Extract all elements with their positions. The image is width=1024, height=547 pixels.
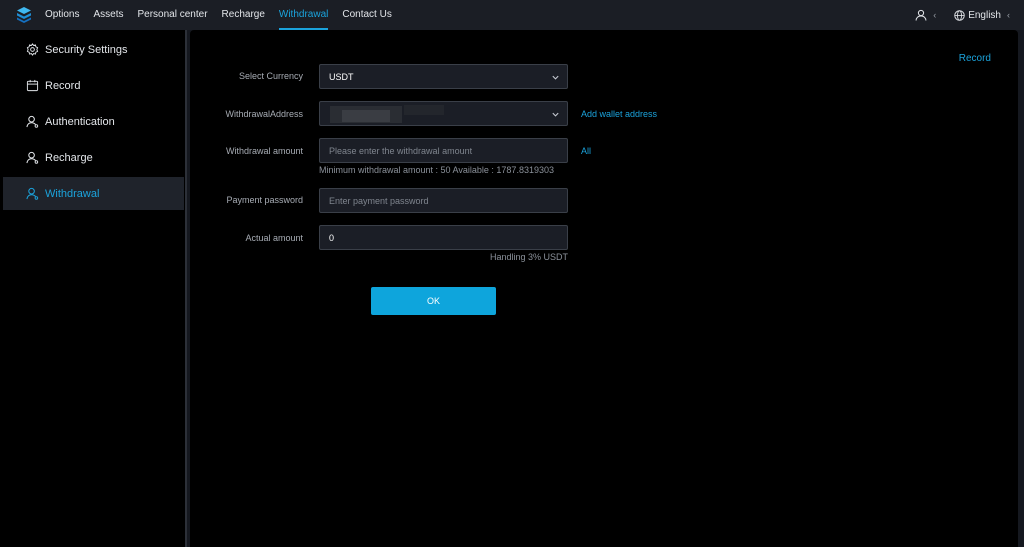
chevron-down-icon	[552, 75, 559, 80]
all-amount-link[interactable]: All	[581, 146, 591, 156]
user-icon[interactable]	[915, 9, 927, 21]
language-selector[interactable]: English	[968, 10, 1001, 21]
chevron-down-icon	[552, 112, 559, 117]
sidebar-item-label: Withdrawal	[45, 187, 100, 200]
sidebar-item-security-settings[interactable]: Security Settings	[3, 33, 184, 66]
add-wallet-address-link[interactable]: Add wallet address	[581, 109, 657, 119]
nav-assets[interactable]: Assets	[93, 0, 123, 30]
address-label: WithdrawalAddress	[225, 109, 303, 119]
withdrawal-amount-input[interactable]	[319, 138, 568, 163]
sidebar-item-label: Record	[45, 79, 81, 92]
payment-password-input[interactable]	[319, 188, 568, 213]
nav-recharge[interactable]: Recharge	[222, 0, 265, 30]
amount-label: Withdrawal amount	[225, 146, 303, 156]
sidebar-item-label: Authentication	[45, 115, 115, 128]
redacted-address	[342, 110, 390, 122]
actual-amount-value: 0	[329, 232, 335, 243]
actual-amount-label: Actual amount	[245, 233, 303, 243]
amount-hint: Minimum withdrawal amount : 50 Available…	[319, 165, 554, 175]
chevron-left-icon[interactable]: ‹	[933, 10, 936, 20]
address-select[interactable]	[319, 101, 568, 126]
calendar-icon	[26, 79, 39, 92]
record-link[interactable]: Record	[959, 53, 991, 64]
nav-withdrawal[interactable]: Withdrawal	[278, 0, 329, 30]
sidebar-item-record[interactable]: Record	[3, 69, 184, 102]
sidebar-item-withdrawal[interactable]: Withdrawal	[3, 177, 184, 210]
nav-options[interactable]: Options	[45, 0, 79, 30]
password-label: Payment password	[226, 195, 303, 205]
top-right-controls: ‹ English ‹	[915, 0, 1010, 30]
sidebar-item-recharge[interactable]: Recharge	[3, 141, 184, 174]
currency-label: Select Currency	[238, 71, 303, 81]
sidebar-item-authentication[interactable]: Authentication	[3, 105, 184, 138]
sidebar: Security Settings Record Authentication …	[0, 30, 187, 547]
user-icon	[26, 151, 39, 164]
nav-personal-center[interactable]: Personal center	[137, 0, 207, 30]
handling-fee-hint: Handling 3% USDT	[489, 252, 568, 262]
sidebar-item-label: Recharge	[45, 151, 93, 164]
top-navbar: Options Assets Personal center Recharge …	[0, 0, 1024, 30]
nav-contact-us[interactable]: Contact Us	[342, 0, 391, 30]
currency-value: USDT	[329, 71, 354, 82]
gear-icon	[26, 43, 39, 56]
user-icon	[26, 115, 39, 128]
redacted-address	[404, 105, 444, 115]
chevron-left-icon[interactable]: ‹	[1007, 10, 1010, 20]
ok-button[interactable]: OK	[371, 287, 496, 315]
stack-logo-icon[interactable]	[17, 7, 31, 23]
actual-amount-field: 0	[319, 225, 568, 250]
globe-icon[interactable]	[954, 9, 965, 21]
sidebar-item-label: Security Settings	[45, 43, 128, 56]
right-edge	[1018, 30, 1024, 547]
currency-select[interactable]: USDT	[319, 64, 568, 89]
user-icon	[26, 187, 39, 200]
withdrawal-panel: Record Select Currency USDT WithdrawalAd…	[190, 30, 1018, 547]
